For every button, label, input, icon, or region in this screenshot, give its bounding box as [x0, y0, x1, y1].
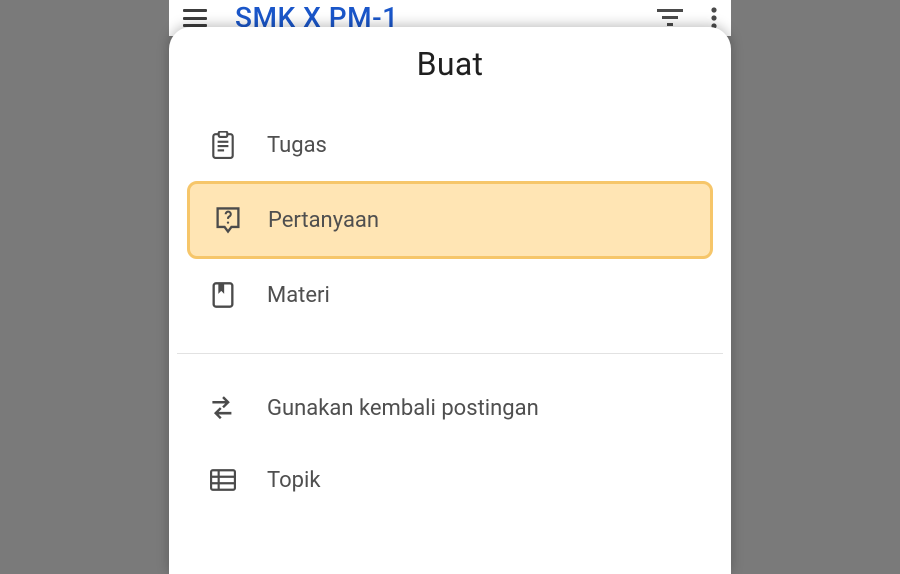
- menu-item-material[interactable]: Materi: [177, 259, 723, 331]
- create-menu: Tugas Pertanyaan Materi: [169, 109, 731, 516]
- menu-item-reuse-post[interactable]: Gunakan kembali postingan: [177, 372, 723, 444]
- material-icon: [209, 281, 237, 309]
- menu-item-label: Tugas: [267, 133, 327, 158]
- question-icon: [214, 205, 242, 235]
- filter-icon[interactable]: [657, 9, 683, 27]
- reuse-icon: [209, 396, 237, 420]
- menu-item-question[interactable]: Pertanyaan: [187, 181, 713, 259]
- create-sheet: Buat Tugas: [169, 27, 731, 574]
- assignment-icon: [209, 131, 237, 159]
- menu-item-label: Materi: [267, 283, 330, 308]
- menu-item-label: Gunakan kembali postingan: [267, 396, 539, 421]
- menu-item-label: Pertanyaan: [268, 208, 379, 233]
- menu-item-assignment[interactable]: Tugas: [177, 109, 723, 181]
- header-actions: [657, 7, 717, 29]
- sheet-title: Buat: [169, 45, 731, 83]
- menu-divider: [177, 353, 723, 354]
- menu-item-topic[interactable]: Topik: [177, 444, 723, 516]
- topic-icon: [209, 469, 237, 491]
- menu-icon[interactable]: [183, 9, 207, 27]
- overflow-icon[interactable]: [711, 7, 717, 29]
- menu-item-label: Topik: [267, 468, 320, 493]
